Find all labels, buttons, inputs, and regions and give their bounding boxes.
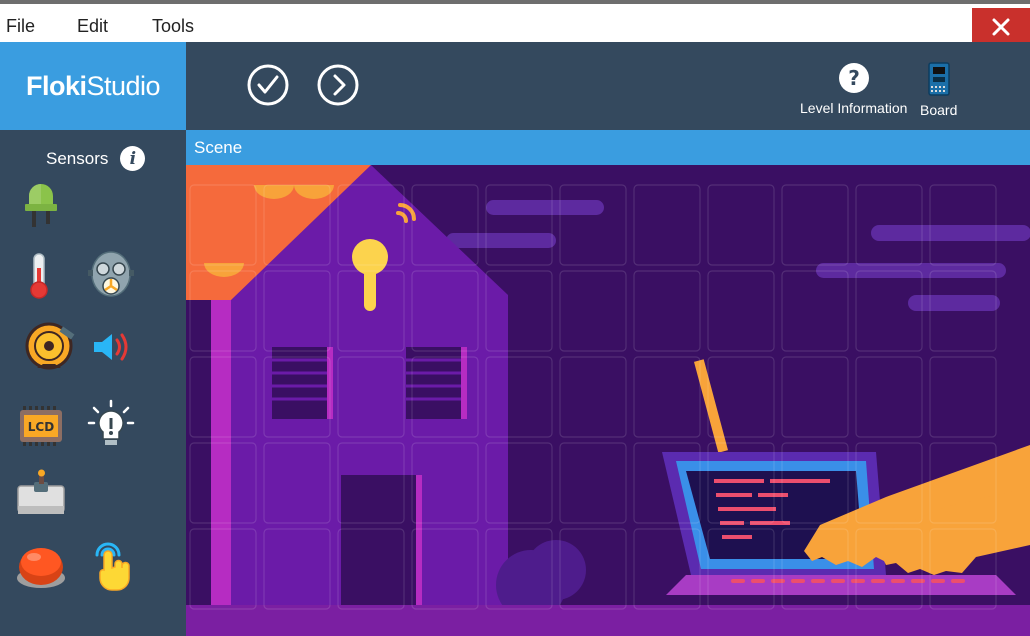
- joystick-icon: [17, 469, 65, 514]
- app-logo: Floki Studio: [0, 42, 186, 130]
- gas-sensor-icon: [88, 251, 134, 297]
- sensor-lcd[interactable]: LCD: [14, 399, 68, 453]
- sensor-alarm-bell[interactable]: [22, 320, 76, 374]
- toolbar: ? Level Information Board: [186, 42, 1030, 130]
- menu-edit[interactable]: Edit: [77, 16, 108, 37]
- question-icon: ?: [838, 63, 869, 93]
- scene-header: Scene: [186, 130, 1030, 165]
- close-icon: [992, 18, 1010, 36]
- sensors-title: Sensors: [46, 148, 109, 168]
- push-button-icon: [17, 548, 65, 588]
- sensor-thermometer[interactable]: [12, 248, 66, 302]
- thermometer-icon: [30, 253, 48, 299]
- run-button[interactable]: [317, 64, 359, 106]
- info-icon[interactable]: i: [120, 146, 146, 171]
- sensor-gas[interactable]: [84, 248, 138, 302]
- sensor-led[interactable]: [14, 178, 68, 232]
- sensor-speaker[interactable]: [86, 320, 140, 374]
- light-bulb-icon: [87, 399, 135, 445]
- touch-sensor-icon: [95, 542, 130, 591]
- menu-bar: File Edit Tools: [0, 0, 1030, 46]
- level-information-button[interactable]: ? Level Information: [800, 62, 907, 116]
- speaker-icon: [94, 333, 128, 361]
- sensors-header: Sensors i: [46, 146, 146, 171]
- logo-bold-text: Floki: [25, 70, 87, 101]
- svg-text:LCD: LCD: [28, 420, 54, 434]
- board-icon: [927, 62, 950, 96]
- check-icon: [247, 64, 289, 106]
- alarm-bell-icon: [25, 322, 75, 370]
- sensor-joystick[interactable]: [14, 468, 68, 522]
- board-label: Board: [920, 102, 958, 118]
- scene-title: Scene: [194, 138, 243, 157]
- close-button[interactable]: [972, 8, 1030, 46]
- sensor-push-button[interactable]: [14, 540, 68, 594]
- lcd-icon: LCD: [20, 406, 62, 446]
- logo-light-text: Studio: [86, 70, 161, 101]
- floki-studio-window: File Edit Tools Floki Studio ? Level Inf…: [0, 0, 1030, 636]
- sensors-sidebar: Sensors i LCD: [0, 130, 186, 636]
- board-button[interactable]: Board: [920, 62, 957, 118]
- svg-text:?: ?: [848, 66, 860, 90]
- led-icon: [25, 184, 57, 227]
- menu-file[interactable]: File: [6, 16, 35, 37]
- chevron-right-icon: [317, 64, 359, 106]
- sensor-light[interactable]: [84, 399, 138, 453]
- menu-tools[interactable]: Tools: [152, 16, 194, 37]
- scene-canvas[interactable]: [186, 165, 1030, 636]
- scene-illustration: [186, 165, 1030, 636]
- verify-button[interactable]: [247, 64, 289, 106]
- level-information-label: Level Information: [800, 100, 908, 116]
- sensor-touch[interactable]: [86, 540, 140, 594]
